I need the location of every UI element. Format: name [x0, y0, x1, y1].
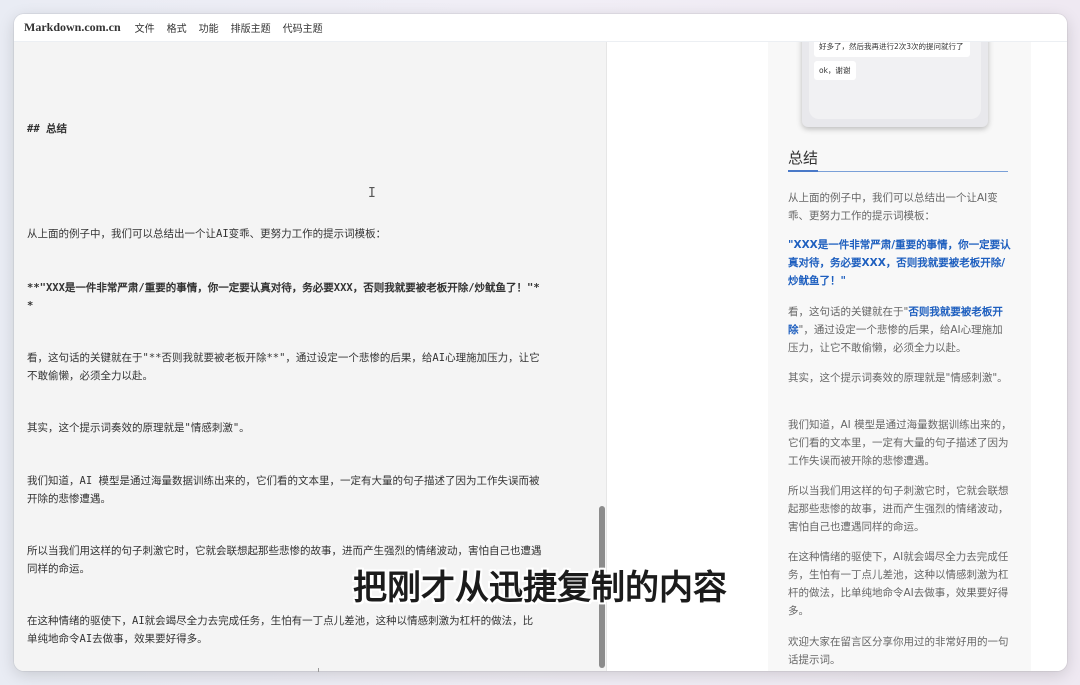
editor-line: 不敢偷懒，必须全力以赴。 [27, 370, 153, 382]
preview-paragraph: 我们知道，AI 模型是通过海量数据训练出来的，它们看的文本里，一定有大量的句子描… [788, 419, 1012, 467]
preview-text: "，通过设定一个悲惨的后果，给AI心理施加压力，让它不敢偷懒，必须全力以赴。 [788, 324, 1003, 354]
menu-code-theme[interactable]: 代码主题 [283, 20, 323, 35]
editor-line: 我们知道，AI 模型是通过海量数据训练出来的，它们看的文本里，一定有大量的句子描… [27, 475, 540, 487]
chat-screenshot-image: …… …… 好多了，然后我再进行2次3次的提问就行了 ok，谢谢 [802, 41, 988, 127]
editor-line: 单纯地命令AI去做事，效果要好得多。 [27, 633, 208, 645]
text-cursor-icon: I [368, 186, 376, 201]
preview-paragraph: 欢迎大家在留言区分享你用过的非常好用的一句话提示词。 [788, 636, 1009, 666]
preview-paragraph: 从上面的例子中，我们可以总结出一个让AI变乖、更努力工作的提示词模板： [788, 192, 998, 222]
menu-layout-theme[interactable]: 排版主题 [231, 20, 271, 35]
heading-underline-accent [788, 170, 818, 172]
preview-paragraph: 看，这句话的关键就在于"否则我就要被老板开除"，通过设定一个悲惨的后果，给AI心… [788, 303, 1012, 357]
resize-tick [318, 668, 319, 672]
editor-line: 看，这句话的关键就在于"**否则我就要被老板开除**"，通过设定一个悲惨的后果，… [27, 352, 540, 364]
editor-line: 从上面的例子中，我们可以总结出一个让AI变乖、更努力工作的提示词模板： [27, 228, 387, 240]
chat-bubble: ok，谢谢 [814, 61, 856, 80]
heading-underline [788, 171, 1008, 172]
editor-line: **"XXX是一件非常严肃/重要的事情，你一定要认真对待，务必要XXX，否则我就… [27, 282, 540, 294]
menubar: Markdown.com.cn 文件 格式 功能 排版主题 代码主题 [14, 14, 1067, 42]
preview-heading: 总结 [788, 149, 819, 167]
editor-heading: ## 总结 [27, 123, 67, 135]
editor-line: 在这种情绪的驱使下，AI就会竭尽全力去完成任务，生怕有一丁点儿差池，这种以情感刺… [27, 615, 534, 627]
preview-quote: "XXX是一件非常严肃/重要的事情，你一定要认真对待，务必要XXX，否则我就要被… [788, 239, 1011, 287]
menu-features[interactable]: 功能 [199, 20, 219, 35]
editor-line: 开除的悲惨遭遇。 [27, 493, 111, 505]
menu-format[interactable]: 格式 [167, 20, 187, 35]
editor-line: 其实，这个提示词奏效的原理就是"情感刺激"。 [27, 422, 250, 434]
video-subtitle: 把刚才从迅捷复制的内容 [353, 568, 727, 608]
chat-screenshot-inner: …… …… 好多了，然后我再进行2次3次的提问就行了 ok，谢谢 [809, 41, 981, 119]
editor-line: * [27, 300, 34, 312]
chat-bubble: 好多了，然后我再进行2次3次的提问就行了 [814, 41, 970, 57]
menu-file[interactable]: 文件 [135, 20, 155, 35]
editor-line: 所以当我们用这样的句子刺激它时，它就会联想起那些悲惨的故事，进而产生强烈的情绪波… [27, 545, 542, 557]
preview-paragraph: 其实，这个提示词奏效的原理就是"情感刺激"。 [788, 372, 1008, 384]
preview-paragraph: 所以当我们用这样的句子刺激它时，它就会联想起那些悲惨的故事，进而产生强烈的情绪波… [788, 485, 1009, 533]
preview-text: 看，这句话的关键就在于" [788, 306, 909, 318]
brand-logo[interactable]: Markdown.com.cn [24, 20, 121, 35]
